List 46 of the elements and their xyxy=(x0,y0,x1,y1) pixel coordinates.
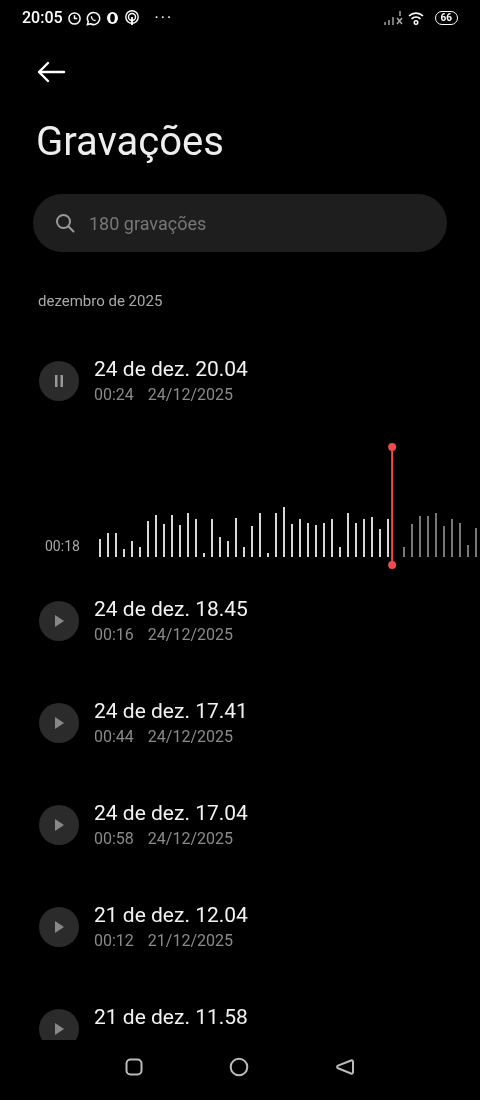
recording-title[interactable]: 21 de dez. 12.04 xyxy=(94,900,248,929)
status-time: 20:05 xyxy=(22,7,63,29)
recording-title[interactable]: 21 de dez. 11.58 xyxy=(94,1002,248,1031)
search-icon xyxy=(55,213,75,233)
play-icon xyxy=(54,920,64,933)
playback-position: 00:18 xyxy=(45,536,81,556)
play-button[interactable] xyxy=(39,804,79,845)
recording-title[interactable]: 24 de dez. 18.45 xyxy=(94,594,248,623)
chat-icon xyxy=(85,10,101,26)
podcast-icon xyxy=(123,10,140,26)
section-header: dezembro de 2025 xyxy=(37,291,164,312)
pause-icon xyxy=(54,374,64,387)
signal-icon xyxy=(382,11,403,25)
recording-title[interactable]: 24 de dez. 17.04 xyxy=(94,798,248,827)
recording-duration: 00:58 xyxy=(94,827,134,850)
home-icon[interactable] xyxy=(229,1056,249,1077)
page-title: Gravações xyxy=(35,118,225,166)
recording-title[interactable]: 24 de dez. 17.41 xyxy=(94,696,248,725)
recording-date: 21/12/2025 xyxy=(147,929,233,952)
play-icon xyxy=(54,614,64,627)
play-button[interactable] xyxy=(39,1008,79,1040)
search-field[interactable]: 180 gravações xyxy=(33,194,447,252)
recording-duration: 00:24 xyxy=(94,383,134,406)
play-button[interactable] xyxy=(39,600,79,641)
play-icon xyxy=(54,818,64,831)
more-notifications: ··· xyxy=(154,7,174,29)
recording-date: 24/12/2025 xyxy=(147,623,233,646)
recording-date: 24/12/2025 xyxy=(147,827,233,850)
playhead[interactable] xyxy=(388,442,397,569)
pause-button[interactable] xyxy=(39,360,79,401)
play-button[interactable] xyxy=(39,702,79,743)
clock-icon xyxy=(67,11,81,25)
recording-duration: 00:12 xyxy=(94,929,134,952)
recording-title[interactable]: 24 de dez. 20.04 xyxy=(94,354,248,383)
ring-icon xyxy=(105,11,119,25)
recording-duration: 00:44 xyxy=(94,725,134,748)
play-button[interactable] xyxy=(39,906,79,947)
recording-duration: 00:16 xyxy=(94,623,134,646)
wifi-icon xyxy=(407,11,424,25)
recents-icon[interactable] xyxy=(125,1057,143,1076)
recording-date: 24/12/2025 xyxy=(147,725,233,748)
recording-date: 24/12/2025 xyxy=(147,383,233,406)
back-nav-icon[interactable] xyxy=(335,1056,355,1077)
play-icon xyxy=(54,716,64,729)
play-icon xyxy=(54,1022,64,1035)
back-icon xyxy=(36,61,66,83)
